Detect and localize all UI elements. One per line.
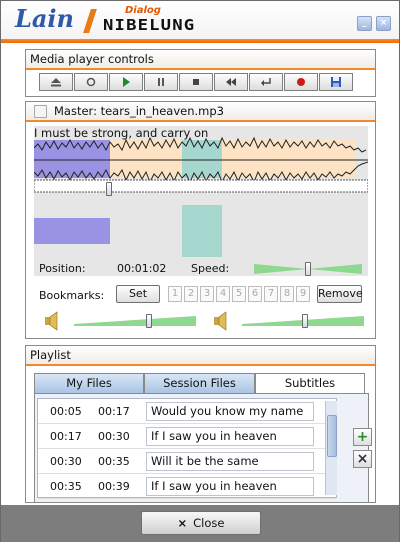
plus-icon: + [356,429,369,445]
playlist-title: Playlist [26,346,375,366]
bookmark-slot-1[interactable]: 1 [168,286,182,302]
record-icon [297,78,305,86]
minimize-button[interactable]: _ [357,16,372,31]
master-checkbox[interactable] [34,105,47,118]
playlist-panel: Playlist My Files Session Files Subtitle… [25,345,376,503]
volume-left-track [74,316,196,326]
product-name: NIBELUNG [103,16,196,34]
table-row[interactable]: 00:05 00:17 Would you know my name [38,399,336,424]
close-label: Close [193,516,225,530]
row-subtitle-text[interactable]: Will it be the same [146,452,314,471]
volume-right-thumb[interactable] [302,314,308,328]
master-file-label: Master: tears_in_heaven.mp3 [54,104,224,118]
set-bookmark-button[interactable]: Set [116,285,160,303]
row-start-time: 00:35 [50,480,82,493]
brand-logo: Lain [15,4,74,33]
rewind-button[interactable] [214,73,248,91]
close-icon: × [379,18,388,28]
media-toolbar [39,73,354,93]
bookmark-slot-2[interactable]: 2 [184,286,198,302]
header-accent-bar [1,39,399,43]
bookmark-slot-4[interactable]: 4 [216,286,230,302]
row-end-time: 00:30 [98,430,130,443]
save-icon [331,77,341,87]
volume-left-thumb[interactable] [146,314,152,328]
app-header: Lain Dialog NIBELUNG _ × [1,1,399,43]
pause-button[interactable] [144,73,178,91]
circle-icon [86,77,96,87]
close-button[interactable]: × Close [141,511,261,535]
bookmark-slot-3[interactable]: 3 [200,286,214,302]
row-end-time: 00:17 [98,405,130,418]
volume-left-slider[interactable] [74,314,196,328]
position-value: 00:01:02 [117,262,167,275]
scrollbar-thumb[interactable] [327,415,337,457]
bookmark-slot-8[interactable]: 8 [280,286,294,302]
master-panel: Master: tears_in_heaven.mp3 I must be st… [25,101,376,339]
pause-icon [158,78,164,86]
add-subtitle-button[interactable]: + [353,428,372,446]
row-end-time: 00:35 [98,455,130,468]
speed-slider-thumb[interactable] [305,262,311,276]
remove-subtitle-button[interactable]: × [353,450,372,468]
eject-button[interactable] [39,73,73,91]
speaker-icon [45,311,58,331]
bookmark-slot-5[interactable]: 5 [232,286,246,302]
waveform-graphic [34,126,368,276]
save-button[interactable] [319,73,353,91]
bookmark-slot-9[interactable]: 9 [296,286,310,302]
list-scrollbar[interactable] [325,401,337,495]
media-controls-title: Media player controls [26,50,375,70]
tab-session-files[interactable]: Session Files [144,373,255,393]
window-close-button[interactable]: × [376,16,391,31]
speed-slider[interactable] [254,262,362,276]
speed-label: Speed: [191,262,230,275]
row-subtitle-text[interactable]: Would you know my name [146,402,314,421]
row-start-time: 00:05 [50,405,82,418]
eject-icon [51,78,61,87]
table-row[interactable]: 00:35 00:39 If I saw you in heaven [38,474,336,499]
record-button[interactable] [284,73,318,91]
table-row[interactable]: 00:17 00:30 If I saw you in heaven [38,424,336,449]
position-label: Position: [39,262,86,275]
table-row[interactable]: 00:30 00:35 Will it be the same [38,449,336,474]
waveform-view[interactable]: I must be strong, and carry on [34,126,368,276]
remove-bookmark-button[interactable]: Remove [317,285,363,303]
row-end-time: 00:39 [98,480,130,493]
bookmark-slot-6[interactable]: 6 [248,286,262,302]
speaker-icon [214,311,227,331]
rewind-icon [226,78,236,86]
tab-subtitles[interactable]: Subtitles [255,373,365,394]
x-icon: × [177,516,188,530]
loop-button[interactable] [249,73,283,91]
volume-right-slider[interactable] [242,314,364,328]
media-controls-panel: Media player controls [25,49,376,97]
record-indicator-button[interactable] [74,73,108,91]
row-subtitle-text[interactable]: If I saw you in heaven [146,477,314,496]
x-icon: × [356,451,369,467]
bookmark-slot-7[interactable]: 7 [264,286,278,302]
row-start-time: 00:30 [50,455,82,468]
seek-slider-thumb[interactable] [106,182,112,196]
return-icon [261,78,271,86]
subtitles-list: 00:05 00:17 Would you know my name 00:17… [37,398,337,499]
subtitles-list-panel: 00:05 00:17 Would you know my name 00:17… [34,393,372,503]
tab-my-files[interactable]: My Files [34,373,144,393]
bookmarks-label: Bookmarks: [39,289,105,302]
play-button[interactable] [109,73,143,91]
logo-separator [83,9,97,33]
subtitle-lyric: I must be strong, and carry on [34,126,209,140]
minimize-icon: _ [362,18,367,28]
stop-button[interactable] [179,73,213,91]
app-window: Lain Dialog NIBELUNG _ × Media player co… [0,0,400,542]
row-start-time: 00:17 [50,430,82,443]
master-header: Master: tears_in_heaven.mp3 [26,102,375,122]
playlist-tabs: My Files Session Files Subtitles [34,373,365,394]
row-subtitle-text[interactable]: If I saw you in heaven [146,427,314,446]
play-icon [123,77,130,87]
product-subtitle: Dialog [125,5,161,16]
stop-icon [193,79,199,85]
